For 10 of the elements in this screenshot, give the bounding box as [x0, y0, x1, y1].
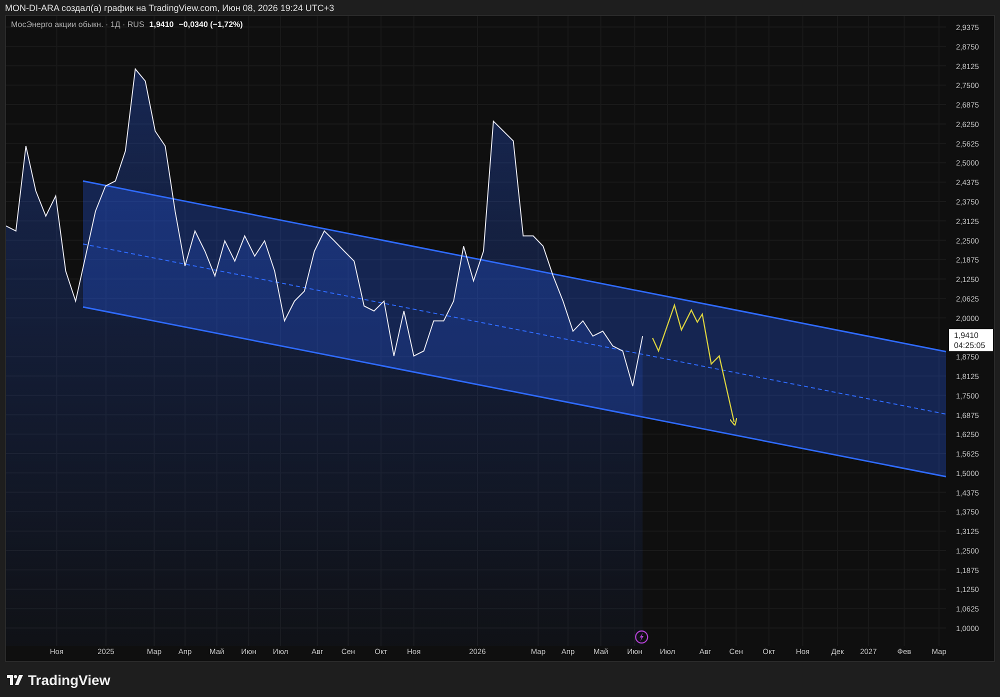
- lightning-icon[interactable]: [635, 630, 648, 644]
- logo-icon: [7, 674, 23, 684]
- chart-title: MON-DI-ARA создал(а) график на TradingView.com, Июн 08, 2026 19:24 UTC+3: [5, 2, 334, 12]
- price-value: 1,9410: [149, 20, 174, 29]
- price-tag: [949, 329, 993, 352]
- last-price: 1,9410: [954, 331, 978, 340]
- brand-name: TradingView: [28, 672, 110, 688]
- price-change: −0,0340 (−1,72%): [178, 20, 243, 29]
- symbol-label: МосЭнерго акции обыкн. · 1Д · RUS: [11, 20, 144, 29]
- countdown: 04:25:05: [954, 341, 986, 350]
